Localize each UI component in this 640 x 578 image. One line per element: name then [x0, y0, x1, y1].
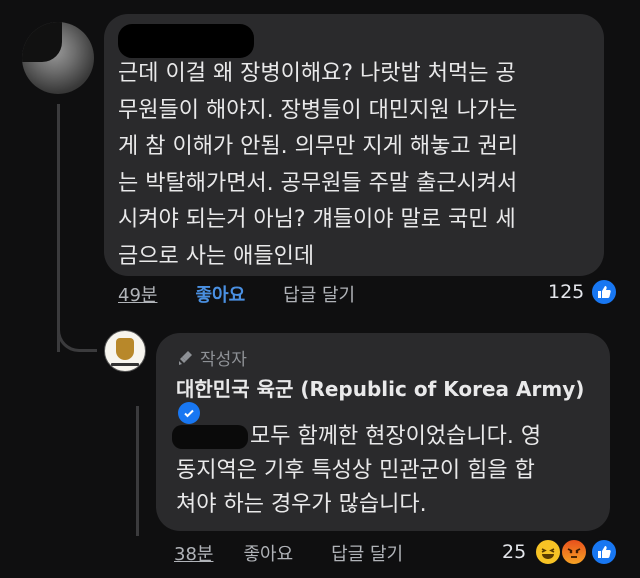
- reply-timestamp[interactable]: 38분: [174, 540, 213, 566]
- reply-text: 모두 함께한 현장이었습니다. 영 동지역은 기후 특성상 민관군이 힘을 합 …: [176, 420, 596, 522]
- thread-connector: [57, 318, 97, 352]
- comment-like-button[interactable]: 좋아요: [195, 281, 245, 307]
- like-icon[interactable]: [590, 278, 618, 306]
- commenter-avatar[interactable]: [22, 22, 94, 94]
- reply-thread-line: [136, 406, 139, 536]
- comment-timestamp[interactable]: 49분: [118, 281, 157, 307]
- microphone-icon: [179, 350, 192, 365]
- comment-text: 근데 이걸 왜 장병이해요? 나랏밥 처먹는 공 무원들이 해야지. 장병들이 …: [118, 61, 519, 269]
- comment-reaction-count[interactable]: 125: [548, 281, 584, 303]
- reply-like-button[interactable]: 좋아요: [243, 540, 293, 566]
- army-avatar[interactable]: [104, 330, 146, 372]
- army-emblem-icon: [116, 338, 134, 360]
- comment-actions: 49분 좋아요 답글 달기: [118, 280, 355, 308]
- reply-reaction-count[interactable]: 25: [502, 541, 526, 563]
- reply-reply-button[interactable]: 답글 달기: [331, 540, 403, 566]
- like-icon[interactable]: [590, 538, 618, 566]
- haha-icon[interactable]: [534, 538, 562, 566]
- thread-line: [57, 104, 60, 352]
- author-badge: 작성자: [176, 345, 247, 370]
- redacted-commenter-name: [118, 24, 254, 58]
- reply-actions: 38분 좋아요 답글 달기: [174, 540, 403, 566]
- reply-author-name[interactable]: 대한민국 육군 (Republic of Korea Army): [176, 373, 584, 402]
- angry-icon[interactable]: [560, 538, 588, 566]
- reply-text-body: 모두 함께한 현장이었습니다. 영 동지역은 기후 특성상 민관군이 힘을 합 …: [176, 424, 542, 517]
- author-badge-label: 작성자: [200, 350, 247, 370]
- comment-reply-button[interactable]: 답글 달기: [283, 281, 355, 307]
